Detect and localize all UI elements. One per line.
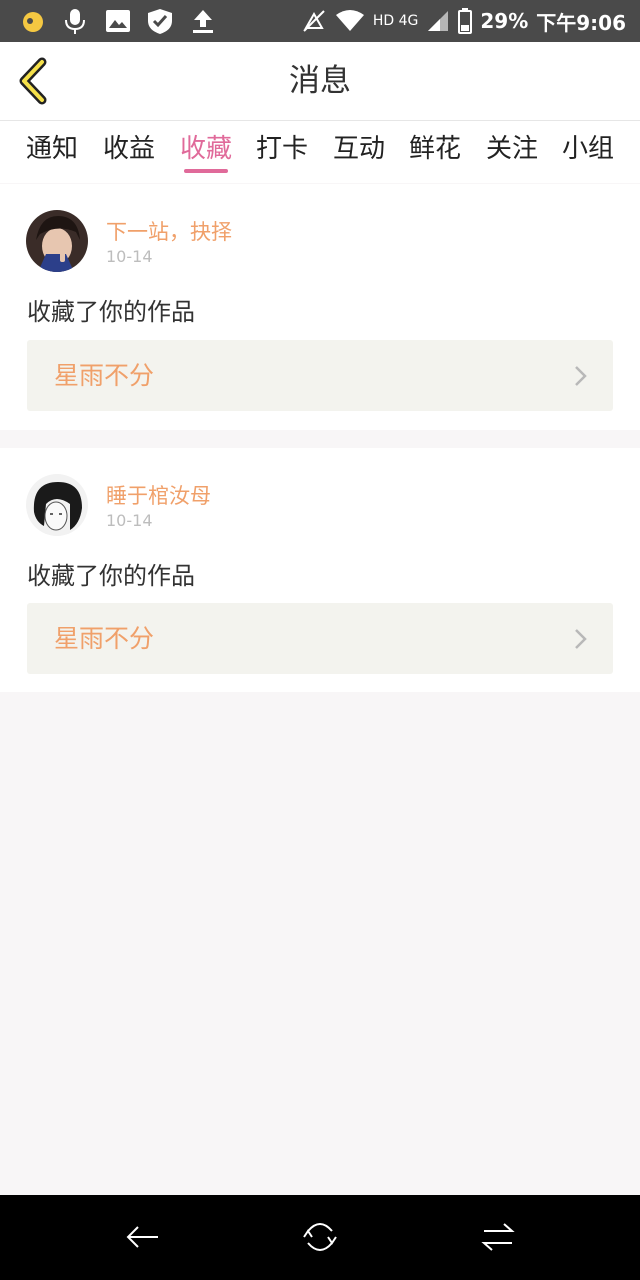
signal-icon — [428, 11, 449, 31]
wifi-icon — [335, 10, 364, 31]
tab-checkin[interactable]: 打卡 — [252, 129, 312, 173]
work-link[interactable]: 星雨不分 — [27, 340, 613, 411]
message-text: 收藏了你的作品 — [27, 298, 195, 326]
upload-icon — [193, 10, 213, 33]
message-card: 睡于棺汝母 10-14 收藏了你的作品 星雨不分 — [0, 448, 640, 692]
work-link[interactable]: 星雨不分 — [27, 603, 613, 674]
tab-groups[interactable]: 小组 — [558, 129, 618, 173]
tab-flowers[interactable]: 鲜花 — [405, 129, 465, 173]
app-notification-icon — [23, 12, 43, 32]
mic-icon — [65, 9, 85, 34]
battery-icon — [458, 8, 473, 34]
mute-icon — [303, 10, 325, 32]
tab-notifications[interactable]: 通知 — [22, 129, 82, 173]
page-title: 消息 — [289, 63, 351, 99]
image-icon — [106, 10, 130, 32]
tab-following[interactable]: 关注 — [482, 129, 542, 173]
system-nav-bar — [0, 1195, 640, 1280]
message-text: 收藏了你的作品 — [27, 562, 195, 590]
clock: 下午9:06 — [536, 10, 626, 35]
home-nav-icon[interactable] — [298, 1215, 342, 1259]
avatar[interactable] — [26, 210, 88, 272]
shield-check-icon — [148, 9, 172, 34]
username[interactable]: 睡于棺汝母 — [106, 480, 211, 510]
back-nav-icon[interactable] — [120, 1215, 164, 1259]
username[interactable]: 下一站，抉择 — [106, 216, 232, 246]
status-bar: HD 4G 29% 下午9:06 — [0, 0, 640, 42]
tab-favorites[interactable]: 收藏 — [176, 129, 236, 173]
chevron-right-icon — [575, 366, 587, 386]
message-date: 10-14 — [106, 247, 153, 266]
network-label: HD 4G — [372, 13, 419, 29]
back-arrow-icon[interactable] — [14, 56, 54, 106]
tab-earnings[interactable]: 收益 — [99, 129, 159, 173]
work-title: 星雨不分 — [54, 624, 155, 653]
avatar[interactable] — [26, 474, 88, 536]
tab-bar: 通知 收益 收藏 打卡 互动 鲜花 关注 小组 — [0, 121, 640, 183]
chevron-right-icon — [575, 629, 587, 649]
tab-interactions[interactable]: 互动 — [329, 129, 389, 173]
message-card: 下一站，抉择 10-14 收藏了你的作品 星雨不分 — [0, 184, 640, 430]
status-right: HD 4G 29% 下午9:06 — [301, 0, 626, 42]
work-title: 星雨不分 — [54, 361, 155, 390]
battery-percent: 29% — [480, 9, 529, 33]
top-bar: 消息 — [0, 42, 640, 121]
recents-nav-icon[interactable] — [476, 1215, 520, 1259]
message-date: 10-14 — [106, 511, 153, 530]
